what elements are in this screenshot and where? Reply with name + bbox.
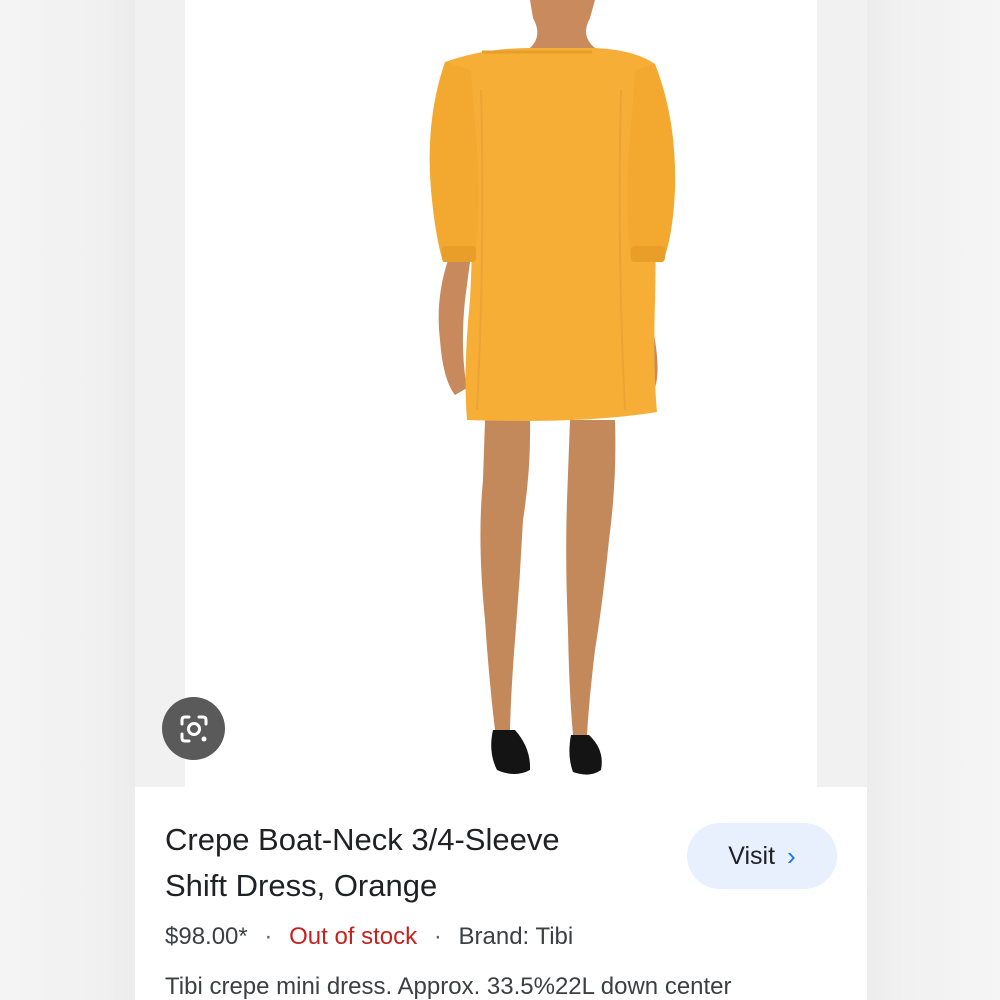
google-lens-button[interactable] — [162, 697, 225, 760]
page: Crepe Boat-Neck 3/4-Sleeve Shift Dress, … — [0, 0, 1000, 1000]
product-title-line-2: Shift Dress, Orange — [165, 868, 438, 903]
chevron-right-icon: › — [787, 841, 796, 871]
model-in-dress-illustration — [429, 0, 676, 775]
product-price: $98.00* — [165, 923, 248, 950]
blurred-left-panel — [0, 0, 135, 1000]
blurred-right-panel — [865, 0, 1000, 1000]
product-image-card[interactable] — [135, 0, 867, 787]
separator-dot: · — [433, 923, 442, 950]
product-description: Tibi crepe mini dress. Approx. 33.5%22L … — [165, 973, 732, 1000]
product-info-card: Crepe Boat-Neck 3/4-Sleeve Shift Dress, … — [135, 787, 867, 1000]
product-title-line-1: Crepe Boat-Neck 3/4-Sleeve — [165, 822, 560, 857]
separator-dot: · — [264, 923, 273, 950]
visit-button[interactable]: Visit › — [687, 823, 837, 889]
stock-status: Out of stock — [289, 923, 418, 950]
product-title[interactable]: Crepe Boat-Neck 3/4-Sleeve Shift Dress, … — [165, 817, 645, 909]
product-brand: Brand: Tibi — [458, 923, 574, 950]
product-image[interactable] — [185, 0, 817, 787]
visit-button-label: Visit — [728, 841, 776, 870]
google-lens-icon — [180, 715, 207, 742]
product-meta-row: $98.00* · Out of stock · Brand: Tibi — [165, 923, 573, 951]
